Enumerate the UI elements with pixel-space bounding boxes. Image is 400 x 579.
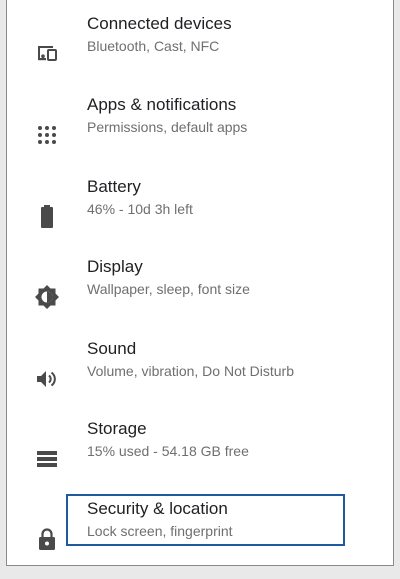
settings-item-subtitle: Permissions, default apps bbox=[87, 119, 248, 135]
volume-icon bbox=[33, 365, 61, 393]
settings-item-storage[interactable]: Storage 15% used - 54.18 GB free bbox=[7, 419, 393, 499]
settings-item-display[interactable]: Display Wallpaper, sleep, font size bbox=[7, 257, 393, 337]
storage-icon bbox=[33, 445, 61, 473]
brightness-icon bbox=[33, 283, 61, 311]
apps-grid-icon bbox=[33, 121, 61, 149]
settings-item-title: Connected devices bbox=[87, 14, 232, 33]
settings-item-subtitle: Lock screen, fingerprint bbox=[87, 523, 233, 539]
lock-icon bbox=[33, 525, 61, 553]
settings-item-title: Security & location bbox=[87, 499, 228, 518]
settings-item-security-location[interactable]: Security & location Lock screen, fingerp… bbox=[7, 499, 393, 579]
settings-item-title: Sound bbox=[87, 339, 137, 358]
settings-item-title: Apps & notifications bbox=[87, 95, 237, 114]
settings-item-subtitle: 46% - 10d 3h left bbox=[87, 201, 193, 217]
settings-item-sound[interactable]: Sound Volume, vibration, Do Not Disturb bbox=[7, 339, 393, 419]
settings-item-title: Display bbox=[87, 257, 143, 276]
settings-item-title: Battery bbox=[87, 177, 141, 196]
settings-list: Connected devices Bluetooth, Cast, NFC A… bbox=[6, 0, 394, 566]
settings-item-connected-devices[interactable]: Connected devices Bluetooth, Cast, NFC bbox=[7, 14, 393, 94]
connected-devices-icon bbox=[33, 40, 61, 68]
settings-item-title: Storage bbox=[87, 419, 147, 438]
settings-item-subtitle: Volume, vibration, Do Not Disturb bbox=[87, 363, 294, 379]
settings-item-subtitle: 15% used - 54.18 GB free bbox=[87, 443, 249, 459]
settings-item-apps-notifications[interactable]: Apps & notifications Permissions, defaul… bbox=[7, 95, 393, 175]
settings-item-subtitle: Bluetooth, Cast, NFC bbox=[87, 38, 220, 54]
battery-icon bbox=[33, 203, 61, 231]
settings-item-battery[interactable]: Battery 46% - 10d 3h left bbox=[7, 177, 393, 257]
settings-item-subtitle: Wallpaper, sleep, font size bbox=[87, 281, 250, 297]
